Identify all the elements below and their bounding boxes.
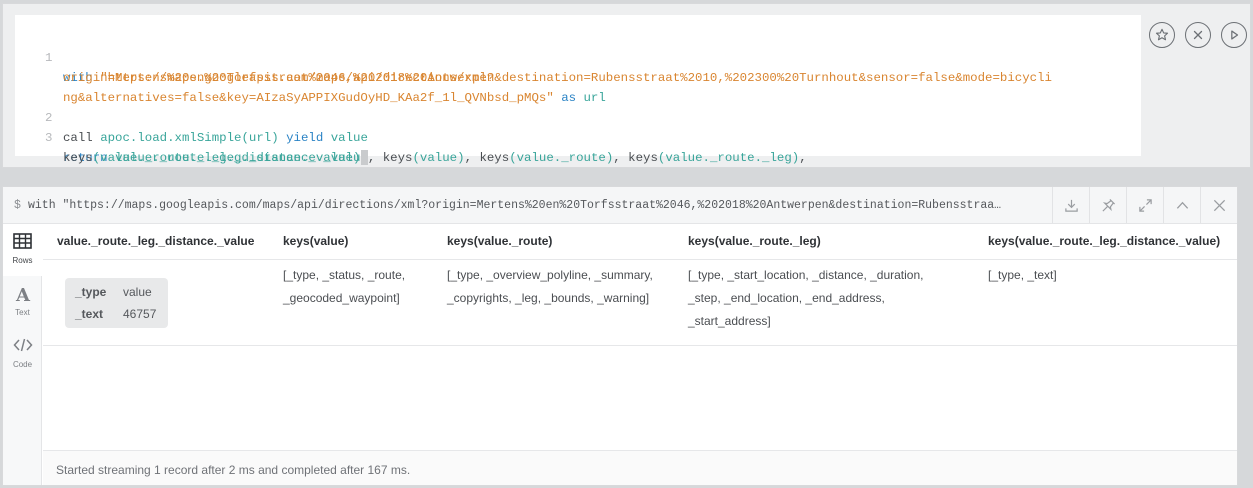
clear-button[interactable] [1185, 22, 1211, 48]
tab-label: Rows [12, 256, 33, 265]
pin-button[interactable] [1089, 187, 1126, 223]
expression: (value._route._leg) [657, 151, 800, 165]
expand-icon [1138, 198, 1152, 212]
row-divider [43, 345, 1237, 346]
expression: (value) [412, 151, 465, 165]
function-name: keys [382, 151, 413, 165]
table-cell: [_type, _start_location, _distance, _dur… [688, 264, 923, 333]
cell-line: [_type, _overview_polyline, _summary, [447, 268, 653, 282]
cypher-editor[interactable]: 1 with "https://maps.googleapis.com/maps… [15, 15, 1141, 166]
page-gutter [1239, 186, 1253, 488]
star-icon [1155, 28, 1169, 41]
table-icon [13, 233, 32, 249]
cell-line: [_type, _status, _route, [283, 268, 406, 282]
collapse-button[interactable] [1163, 187, 1200, 223]
cell-line: _geocoded_waypoint] [283, 291, 400, 305]
map-key: _text [75, 307, 104, 321]
result-table: value._route._leg._distance._value keys(… [43, 224, 1237, 449]
tab-rows[interactable]: Rows [3, 224, 42, 276]
text-icon: A [15, 285, 31, 303]
pin-icon [1101, 198, 1115, 212]
status-bar: Started streaming 1 record after 2 ms an… [43, 450, 1237, 485]
function-name: keys [628, 151, 658, 165]
query-echo[interactable]: with "https://maps.googleapis.com/maps/a… [28, 199, 1028, 212]
editor-actions [1149, 22, 1247, 48]
view-tabs: Rows A Text Code [3, 224, 42, 485]
column-header: value._route._leg._distance._value [57, 234, 255, 248]
result-frame: $ with "https://maps.googleapis.com/maps… [2, 186, 1238, 486]
map-value-cell: _type value _text 46757 [65, 278, 168, 328]
run-button[interactable] [1221, 22, 1247, 48]
result-header: $ with "https://maps.googleapis.com/maps… [3, 187, 1237, 224]
query-editor-frame: 1 with "https://maps.googleapis.com/maps… [2, 3, 1251, 168]
code-line-3: 3 return value._route._leg._distance._va… [15, 108, 1141, 165]
code-line-3-wrap: keys(value._route._leg._distance._value) [15, 128, 1141, 166]
svg-text:A: A [15, 285, 31, 303]
cell-line: _step, _end_location, _end_address, [688, 291, 885, 305]
cell-line: _copyrights, _leg, _bounds, _warning] [447, 291, 650, 305]
table-cell: [_type, _overview_polyline, _summary, _c… [447, 264, 653, 310]
cell-line: [_type, _start_location, _distance, _dur… [688, 268, 924, 282]
text-cursor [361, 150, 369, 166]
close-icon [1213, 199, 1225, 211]
play-icon [1231, 30, 1239, 40]
result-actions [1052, 187, 1237, 223]
map-value: 46757 [123, 307, 157, 321]
tab-label: Code [12, 360, 33, 369]
column-header: keys(value._route._leg._distance._value) [988, 234, 1221, 248]
header-divider [43, 259, 1237, 260]
cell-line: [_type, _text] [988, 268, 1057, 282]
column-header: keys(value._route) [447, 234, 553, 248]
favorite-button[interactable] [1149, 22, 1175, 48]
status-text: Started streaming 1 record after 2 ms an… [56, 463, 411, 477]
column-header: keys(value._route._leg) [688, 234, 821, 248]
code-icon [12, 338, 33, 352]
table-cell: [_type, _status, _route, _geocoded_waypo… [283, 264, 405, 310]
expression: (value._route) [509, 151, 614, 165]
expression: (value._route._leg._distance._value) [92, 151, 361, 165]
close-result-button[interactable] [1200, 187, 1237, 223]
code-line-2: 2 call apoc.load.xmlSimple(url) yield va… [15, 88, 1141, 145]
tab-label: Text [15, 308, 30, 317]
fullscreen-button[interactable] [1126, 187, 1163, 223]
map-value: value [123, 285, 152, 299]
collapse-icon [1176, 201, 1188, 209]
code-line-1-wrap-1: origin=Mertens%20en%20Torfsstraat%2046,%… [15, 48, 1141, 85]
download-icon [1064, 199, 1078, 212]
close-icon [1193, 30, 1203, 40]
prompt-sign: $ [14, 199, 21, 212]
function-name: keys [63, 151, 93, 165]
function-name: keys [479, 151, 510, 165]
code-line-1-wrap-2: ng&alternatives=false&key=AIzaSyAPPIXGud… [15, 68, 1141, 105]
tab-code[interactable]: Code [3, 328, 42, 380]
download-button[interactable] [1052, 187, 1089, 223]
column-header: keys(value) [283, 234, 349, 248]
table-cell: [_type, _text] [988, 264, 1057, 287]
map-key: _type [75, 285, 107, 299]
code-line-1: 1 with "https://maps.googleapis.com/maps… [15, 28, 1141, 85]
tab-text[interactable]: A Text [3, 276, 42, 328]
cell-line: _start_address] [688, 314, 771, 328]
